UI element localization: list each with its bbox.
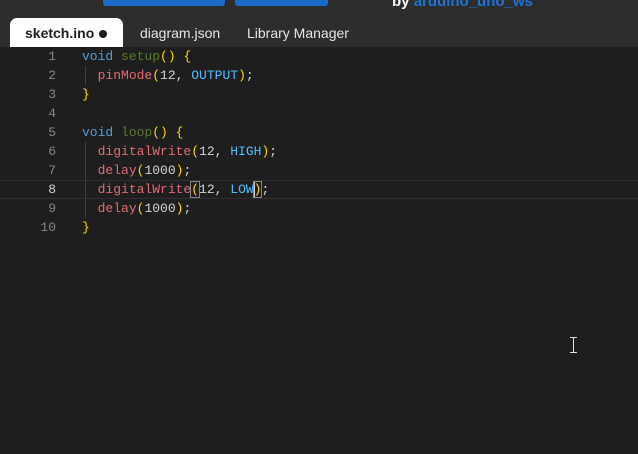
tab-label: Library Manager: [247, 25, 349, 41]
code-line[interactable]: 1 void setup() {: [0, 47, 638, 66]
code-text: void setup() {: [82, 47, 191, 66]
code-token: }: [82, 220, 90, 235]
code-token: {: [183, 49, 192, 64]
code-text: }: [82, 85, 90, 104]
code-token: digitalWrite: [97, 144, 192, 159]
code-token: 12: [199, 182, 215, 197]
tab-label: sketch.ino: [25, 25, 95, 41]
tab-label: diagram.json: [140, 25, 221, 41]
code-token: void: [82, 125, 114, 140]
code-token: }: [82, 87, 90, 102]
code-token: (): [152, 125, 168, 140]
code-line[interactable]: 7 delay(1000);: [0, 161, 638, 180]
text-cursor-icon: [569, 337, 578, 353]
line-number: 9: [48, 201, 56, 216]
code-text: delay(1000);: [82, 199, 192, 218]
code-token: pinMode: [97, 68, 153, 83]
code-line[interactable]: 4: [0, 104, 638, 123]
unsaved-dot-icon: [99, 30, 107, 38]
code-editor[interactable]: 1 void setup() {2 pinMode(12, OUTPUT); 3} 4…: [0, 47, 638, 454]
toolbar-button-start[interactable]: [103, 0, 225, 6]
line-number: 4: [48, 106, 56, 121]
line-number: 5: [48, 125, 56, 140]
line-number: 2: [48, 68, 56, 83]
editor-tab-bar: sketch.ino diagram.json Library Manager: [0, 18, 638, 53]
code-token: ,: [214, 182, 231, 197]
project-byline: by arduino_uno_ws: [392, 0, 533, 10]
code-token: 1000: [144, 201, 176, 216]
code-token: delay: [97, 201, 137, 216]
code-line[interactable]: 10}: [0, 218, 638, 237]
code-text: digitalWrite(12, LOW);: [82, 181, 269, 198]
code-text: void loop() {: [82, 123, 183, 142]
code-token: OUTPUT: [191, 68, 239, 83]
line-number: 10: [40, 220, 56, 235]
line-number: 1: [48, 49, 56, 64]
line-number: 7: [48, 163, 56, 178]
code-token: (: [152, 68, 161, 83]
code-text: }: [82, 218, 90, 237]
line-number: 8: [48, 182, 56, 197]
code-token: ;: [269, 144, 278, 159]
code-token: void: [82, 49, 114, 64]
code-text: pinMode(12, OUTPUT);: [82, 66, 254, 85]
toolbar-button-save[interactable]: [235, 0, 328, 6]
code-line[interactable]: 3}: [0, 85, 638, 104]
code-line[interactable]: 5 void loop() {: [0, 123, 638, 142]
author-link[interactable]: arduino_uno_ws: [414, 0, 533, 10]
line-number: 6: [48, 144, 56, 159]
code-token: delay: [97, 163, 137, 178]
text-caret: [254, 182, 255, 197]
code-token: ;: [245, 68, 254, 83]
top-toolbar: by arduino_uno_ws: [0, 0, 638, 18]
code-token: digitalWrite: [97, 182, 192, 197]
code-token: 12: [199, 144, 215, 159]
code-token: setup: [121, 49, 161, 64]
code-token: ;: [183, 163, 192, 178]
code-line[interactable]: 2 pinMode(12, OUTPUT);: [0, 66, 638, 85]
code-token: (: [190, 181, 201, 198]
code-text: delay(1000);: [82, 161, 192, 180]
line-number: 3: [48, 87, 56, 102]
code-text: digitalWrite(12, HIGH);: [82, 142, 278, 161]
code-token: ;: [261, 182, 270, 197]
code-token: LOW: [230, 182, 254, 197]
byline-prefix: by: [392, 0, 410, 10]
code-token: loop: [121, 125, 153, 140]
code-token: ,: [214, 144, 231, 159]
code-token: ,: [175, 68, 192, 83]
code-token: (): [160, 49, 176, 64]
code-token: ;: [183, 201, 192, 216]
code-token: HIGH: [230, 144, 262, 159]
code-token: 1000: [144, 163, 176, 178]
code-line[interactable]: 9 delay(1000);: [0, 199, 638, 218]
tab-sketch-ino[interactable]: sketch.ino: [10, 18, 123, 47]
tab-diagram-json[interactable]: diagram.json: [140, 18, 220, 47]
code-line[interactable]: 6 digitalWrite(12, HIGH);: [0, 142, 638, 161]
tab-library-manager[interactable]: Library Manager: [247, 18, 349, 47]
code-token: 12: [160, 68, 176, 83]
code-line[interactable]: 8 digitalWrite(12, LOW);: [0, 180, 638, 199]
code-token: ): [238, 68, 246, 83]
code-token: (: [191, 144, 200, 159]
code-token: {: [175, 125, 184, 140]
